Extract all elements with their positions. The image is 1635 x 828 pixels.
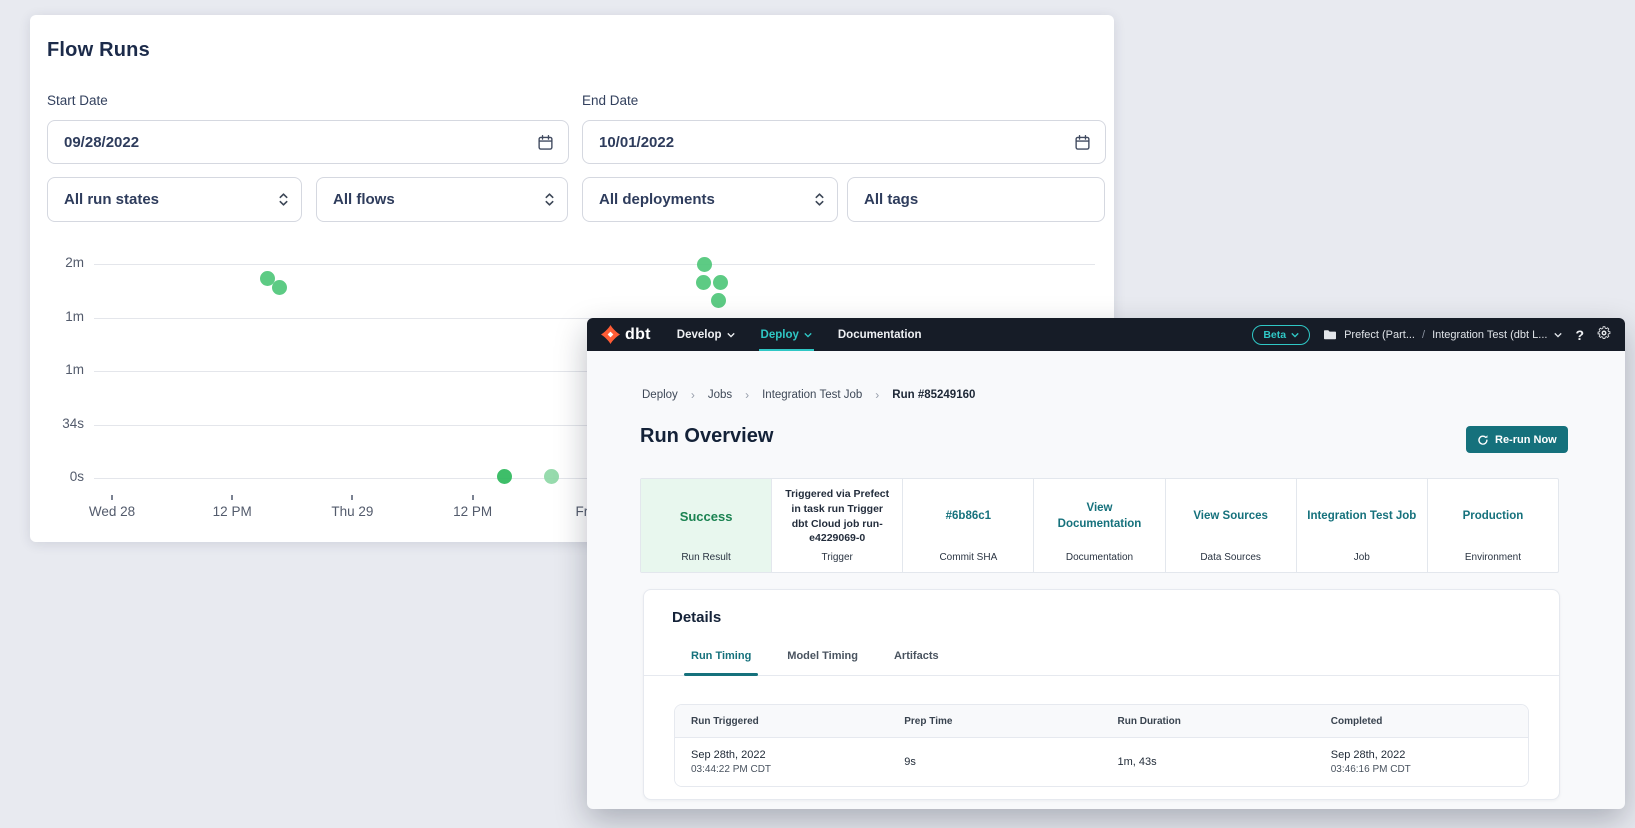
x-tick-label: Thu 29 xyxy=(310,504,394,519)
table-row: Sep 28th, 2022 03:44:22 PM CDT 9s 1m, 43… xyxy=(675,738,1528,786)
breadcrumb-separator: › xyxy=(745,388,749,402)
tab-artifacts[interactable]: Artifacts xyxy=(894,646,939,675)
breadcrumb-run-id: Run #85249160 xyxy=(892,389,975,401)
card-trigger: Triggered via Prefect in task run Trigge… xyxy=(771,479,902,572)
account-project-switcher[interactable]: Prefect (Part... / Integration Test (dbt… xyxy=(1323,329,1562,341)
details-tabs: Run Timing Model Timing Artifacts xyxy=(644,646,1559,676)
account-separator: / xyxy=(1422,329,1425,341)
cell-run-duration: 1m, 43s xyxy=(1102,756,1315,768)
details-heading: Details xyxy=(672,609,721,626)
help-icon[interactable]: ? xyxy=(1575,327,1584,343)
view-documentation-link[interactable]: View Documentation xyxy=(1044,501,1154,532)
dbt-top-bar: dbt Develop Deploy Documentation Beta xyxy=(587,318,1625,351)
table-header-row: Run Triggered Prep Time Run Duration Com… xyxy=(675,705,1528,738)
dbt-cloud-window: dbt Develop Deploy Documentation Beta xyxy=(587,318,1625,809)
commit-sha-link[interactable]: #6b86c1 xyxy=(946,509,991,525)
cell-run-triggered: Sep 28th, 2022 03:44:22 PM CDT xyxy=(675,749,888,775)
card-run-result: Success Run Result xyxy=(641,479,771,572)
environment-link[interactable]: Production xyxy=(1463,509,1524,525)
breadcrumb-jobs[interactable]: Jobs xyxy=(708,389,732,401)
chevron-down-icon xyxy=(727,332,735,338)
project-name: Integration Test (dbt L... xyxy=(1432,329,1547,341)
rerun-now-button[interactable]: Re-run Now xyxy=(1466,426,1568,453)
dbt-logo-text: dbt xyxy=(625,326,651,344)
y-gridline xyxy=(94,264,1095,265)
nav-documentation[interactable]: Documentation xyxy=(838,318,922,351)
refresh-icon xyxy=(1477,434,1489,446)
details-panel: Details Run Timing Model Timing Artifact… xyxy=(643,589,1560,800)
col-run-triggered: Run Triggered xyxy=(675,716,888,727)
card-environment[interactable]: Production Environment xyxy=(1427,479,1558,572)
tab-model-timing[interactable]: Model Timing xyxy=(787,646,858,675)
breadcrumb-separator: › xyxy=(691,388,695,402)
y-tick-label: 1m xyxy=(38,362,84,377)
cell-completed: Sep 28th, 2022 03:46:16 PM CDT xyxy=(1315,749,1528,775)
card-data-sources[interactable]: View Sources Data Sources xyxy=(1165,479,1296,572)
x-tick-mark xyxy=(111,495,113,500)
chevron-down-icon xyxy=(1554,332,1562,338)
breadcrumb-separator: › xyxy=(875,388,879,402)
flow-run-dot[interactable] xyxy=(697,257,712,272)
status-badge: Success xyxy=(680,509,733,524)
beta-dropdown[interactable]: Beta xyxy=(1252,325,1310,345)
col-run-duration: Run Duration xyxy=(1102,716,1315,727)
y-tick-label: 0s xyxy=(38,469,84,484)
top-bar-right: Beta Prefect (Part... / Integration Test… xyxy=(1252,325,1611,345)
desktop: Flow Runs Start Date 09/28/2022 End Date… xyxy=(0,0,1635,828)
card-commit-sha[interactable]: #6b86c1 Commit SHA xyxy=(902,479,1033,572)
x-tick-label: 12 PM xyxy=(190,504,274,519)
flow-run-dot[interactable] xyxy=(696,275,711,290)
col-completed: Completed xyxy=(1315,716,1528,727)
nav-deploy[interactable]: Deploy xyxy=(761,318,812,351)
run-overview-title: Run Overview xyxy=(640,425,773,448)
run-overview-content: Deploy › Jobs › Integration Test Job › R… xyxy=(587,351,1625,809)
x-tick-label: Wed 28 xyxy=(70,504,154,519)
view-sources-link[interactable]: View Sources xyxy=(1193,509,1268,525)
flow-run-dot[interactable] xyxy=(497,469,512,484)
flow-run-dot[interactable] xyxy=(711,293,726,308)
x-tick-label: 12 PM xyxy=(431,504,515,519)
card-job[interactable]: Integration Test Job Job xyxy=(1296,479,1427,572)
run-timing-table: Run Triggered Prep Time Run Duration Com… xyxy=(674,704,1529,787)
dbt-logo[interactable]: dbt xyxy=(601,325,651,344)
chevron-down-icon xyxy=(804,332,812,338)
chevron-down-icon xyxy=(1291,332,1299,338)
breadcrumb: Deploy › Jobs › Integration Test Job › R… xyxy=(642,388,975,402)
y-tick-label: 34s xyxy=(38,416,84,431)
flow-run-dot[interactable] xyxy=(713,275,728,290)
folder-icon xyxy=(1323,329,1337,341)
flow-run-dot[interactable] xyxy=(272,280,287,295)
y-tick-label: 2m xyxy=(38,255,84,270)
x-tick-mark xyxy=(351,495,353,500)
tab-run-timing[interactable]: Run Timing xyxy=(691,646,751,675)
col-prep-time: Prep Time xyxy=(888,716,1101,727)
cell-prep-time: 9s xyxy=(888,756,1101,768)
job-link[interactable]: Integration Test Job xyxy=(1307,509,1416,525)
x-tick-mark xyxy=(231,495,233,500)
x-tick-mark xyxy=(472,495,474,500)
breadcrumb-job-name[interactable]: Integration Test Job xyxy=(762,389,862,401)
y-tick-label: 1m xyxy=(38,309,84,324)
card-documentation[interactable]: View Documentation Documentation xyxy=(1033,479,1164,572)
account-name: Prefect (Part... xyxy=(1344,329,1415,341)
nav-develop[interactable]: Develop xyxy=(677,318,735,351)
trigger-description: Triggered via Prefect in task run Trigge… xyxy=(782,487,892,546)
dbt-logo-icon xyxy=(601,325,620,344)
gear-icon[interactable] xyxy=(1597,326,1611,343)
run-status-cards: Success Run Result Triggered via Prefect… xyxy=(640,478,1559,573)
flow-run-dot[interactable] xyxy=(544,469,559,484)
breadcrumb-deploy[interactable]: Deploy xyxy=(642,389,678,401)
